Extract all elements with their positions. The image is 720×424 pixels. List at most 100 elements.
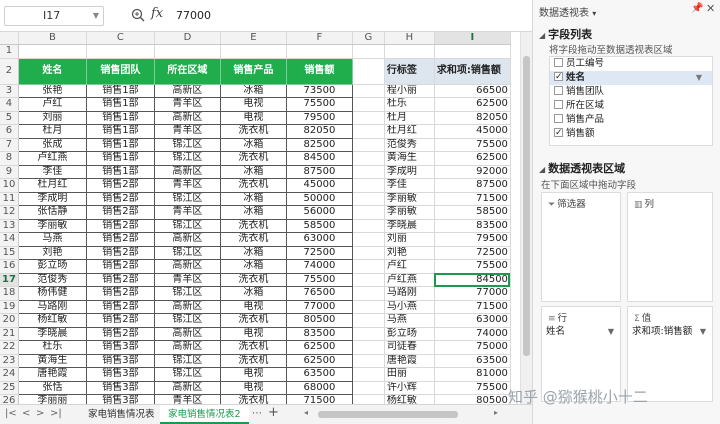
formula-input[interactable]: 77000 [168,6,528,26]
data-cell[interactable]: 高新区 [153,300,221,314]
data-cell[interactable]: 洗衣机 [219,354,287,368]
data-cell[interactable]: 高新区 [153,232,221,247]
column-zone[interactable]: ▥ 列 [627,192,713,302]
pivot-row-label[interactable]: 司徒春 [384,340,435,355]
column-header[interactable]: B [18,32,87,45]
data-cell[interactable]: 高新区 [153,111,221,125]
data-cell[interactable]: 锦江区 [153,192,221,206]
row-header[interactable]: 8 [0,151,19,166]
data-cell[interactable] [352,381,385,395]
row-header[interactable]: 25 [0,381,19,395]
row-header[interactable]: 2 [0,58,19,85]
data-cell[interactable] [352,232,385,247]
data-cell[interactable]: 高新区 [153,84,221,98]
data-cell[interactable] [352,205,385,220]
data-cell[interactable]: 冰箱 [219,205,287,220]
checkbox[interactable] [554,114,563,123]
row-header[interactable]: 7 [0,138,19,152]
row-header[interactable]: 10 [0,178,19,193]
data-cell[interactable]: 刘艳 [17,246,87,260]
row-header[interactable]: 3 [0,84,19,98]
header-cell[interactable]: 销售团队 [85,57,155,85]
data-cell[interactable]: 洗衣机 [219,273,287,287]
pivot-row-label-header[interactable]: 行标签 [384,58,435,85]
data-cell[interactable]: 范俊秀 [17,273,87,287]
data-cell[interactable]: 锦江区 [153,138,221,152]
data-cell[interactable] [86,44,155,59]
data-cell[interactable]: 马燕 [17,232,87,247]
data-cell[interactable] [352,340,385,355]
field-list[interactable]: 员工编号姓名 ▼ 销售团队所在区域销售产品销售额 [549,56,713,146]
data-cell[interactable] [352,124,385,139]
column-header[interactable]: I [434,32,511,45]
row-header[interactable]: 9 [0,165,19,179]
data-cell[interactable]: 青羊区 [153,178,221,193]
data-cell[interactable]: 销售2部 [85,246,155,260]
data-cell[interactable]: 82050 [285,124,353,139]
vertical-scrollbar[interactable] [520,32,532,404]
data-cell[interactable]: 冰箱 [219,138,287,152]
data-cell[interactable]: 82500 [285,138,353,152]
data-cell[interactable]: 唐艳霞 [17,367,87,382]
data-cell[interactable]: 销售3部 [85,381,155,395]
data-cell[interactable] [286,44,353,59]
data-cell[interactable]: 洗衣机 [219,219,287,233]
pivot-value[interactable]: 63500 [434,354,511,368]
chevron-down-icon[interactable]: ▼ [700,325,706,339]
pivot-row-label[interactable]: 李成明 [384,165,435,179]
data-cell[interactable] [352,259,385,274]
data-cell[interactable]: 青羊区 [153,97,221,112]
data-cell[interactable] [352,178,385,193]
data-cell[interactable]: 销售3部 [85,340,155,355]
pivot-row-label[interactable] [384,44,435,59]
data-cell[interactable]: 张成 [17,138,87,152]
next-sheet-icon[interactable]: > [36,408,44,419]
field-list-title[interactable]: ◢ 字段列表 [539,26,592,42]
pivot-value[interactable]: 66500 [434,84,511,98]
data-cell[interactable]: 冰箱 [219,259,287,274]
pivot-value[interactable]: 82050 [434,111,511,125]
data-cell[interactable] [352,58,385,85]
row-header[interactable]: 12 [0,205,19,220]
data-cell[interactable]: 电视 [219,97,287,112]
data-cell[interactable]: 青羊区 [153,273,221,287]
data-cell[interactable] [352,97,385,112]
checkbox[interactable] [554,126,563,140]
data-cell[interactable] [352,367,385,382]
field-item[interactable]: 所在区域 [550,99,712,113]
data-cell[interactable]: 销售1部 [85,97,155,112]
data-cell[interactable] [352,286,385,301]
data-cell[interactable]: 高新区 [153,381,221,395]
data-cell[interactable]: 63500 [285,367,353,382]
data-cell[interactable]: 71500 [285,394,353,404]
data-cell[interactable]: 冰箱 [219,165,287,179]
name-box[interactable]: I17 ▼ [4,6,104,26]
data-cell[interactable]: 高新区 [153,165,221,179]
data-cell[interactable]: 张艳 [17,84,87,98]
vertical-scroll-thumb[interactable] [523,56,530,356]
column-header[interactable]: E [220,32,287,45]
close-icon[interactable]: ✕ [706,2,715,15]
value-field-chip[interactable]: 求和项:销售额 ▼ [632,325,708,339]
row-header[interactable]: 5 [0,111,19,125]
checkbox[interactable] [554,70,563,84]
column-header[interactable]: C [86,32,155,45]
data-cell[interactable] [154,44,221,59]
pivot-row-label[interactable]: 李佳 [384,178,435,193]
data-cell[interactable]: 青羊区 [153,394,221,404]
column-header[interactable]: D [154,32,221,45]
data-cell[interactable]: 高新区 [153,327,221,341]
sheet-tab-2[interactable]: 家电销售情况表2 [160,405,249,424]
data-cell[interactable] [352,192,385,206]
data-cell[interactable]: 84500 [285,151,353,166]
data-cell[interactable]: 锦江区 [153,151,221,166]
data-cell[interactable]: 杜月红 [17,178,87,193]
data-cell[interactable]: 销售3部 [85,367,155,382]
data-cell[interactable] [220,44,287,59]
filter-zone[interactable]: ⏷ 筛选器 [541,192,621,302]
data-cell[interactable]: 销售1部 [85,84,155,98]
row-header[interactable]: 24 [0,367,19,382]
data-cell[interactable]: 63000 [285,232,353,247]
pivot-row-label[interactable]: 李晓晨 [384,219,435,233]
data-cell[interactable]: 68000 [285,381,353,395]
